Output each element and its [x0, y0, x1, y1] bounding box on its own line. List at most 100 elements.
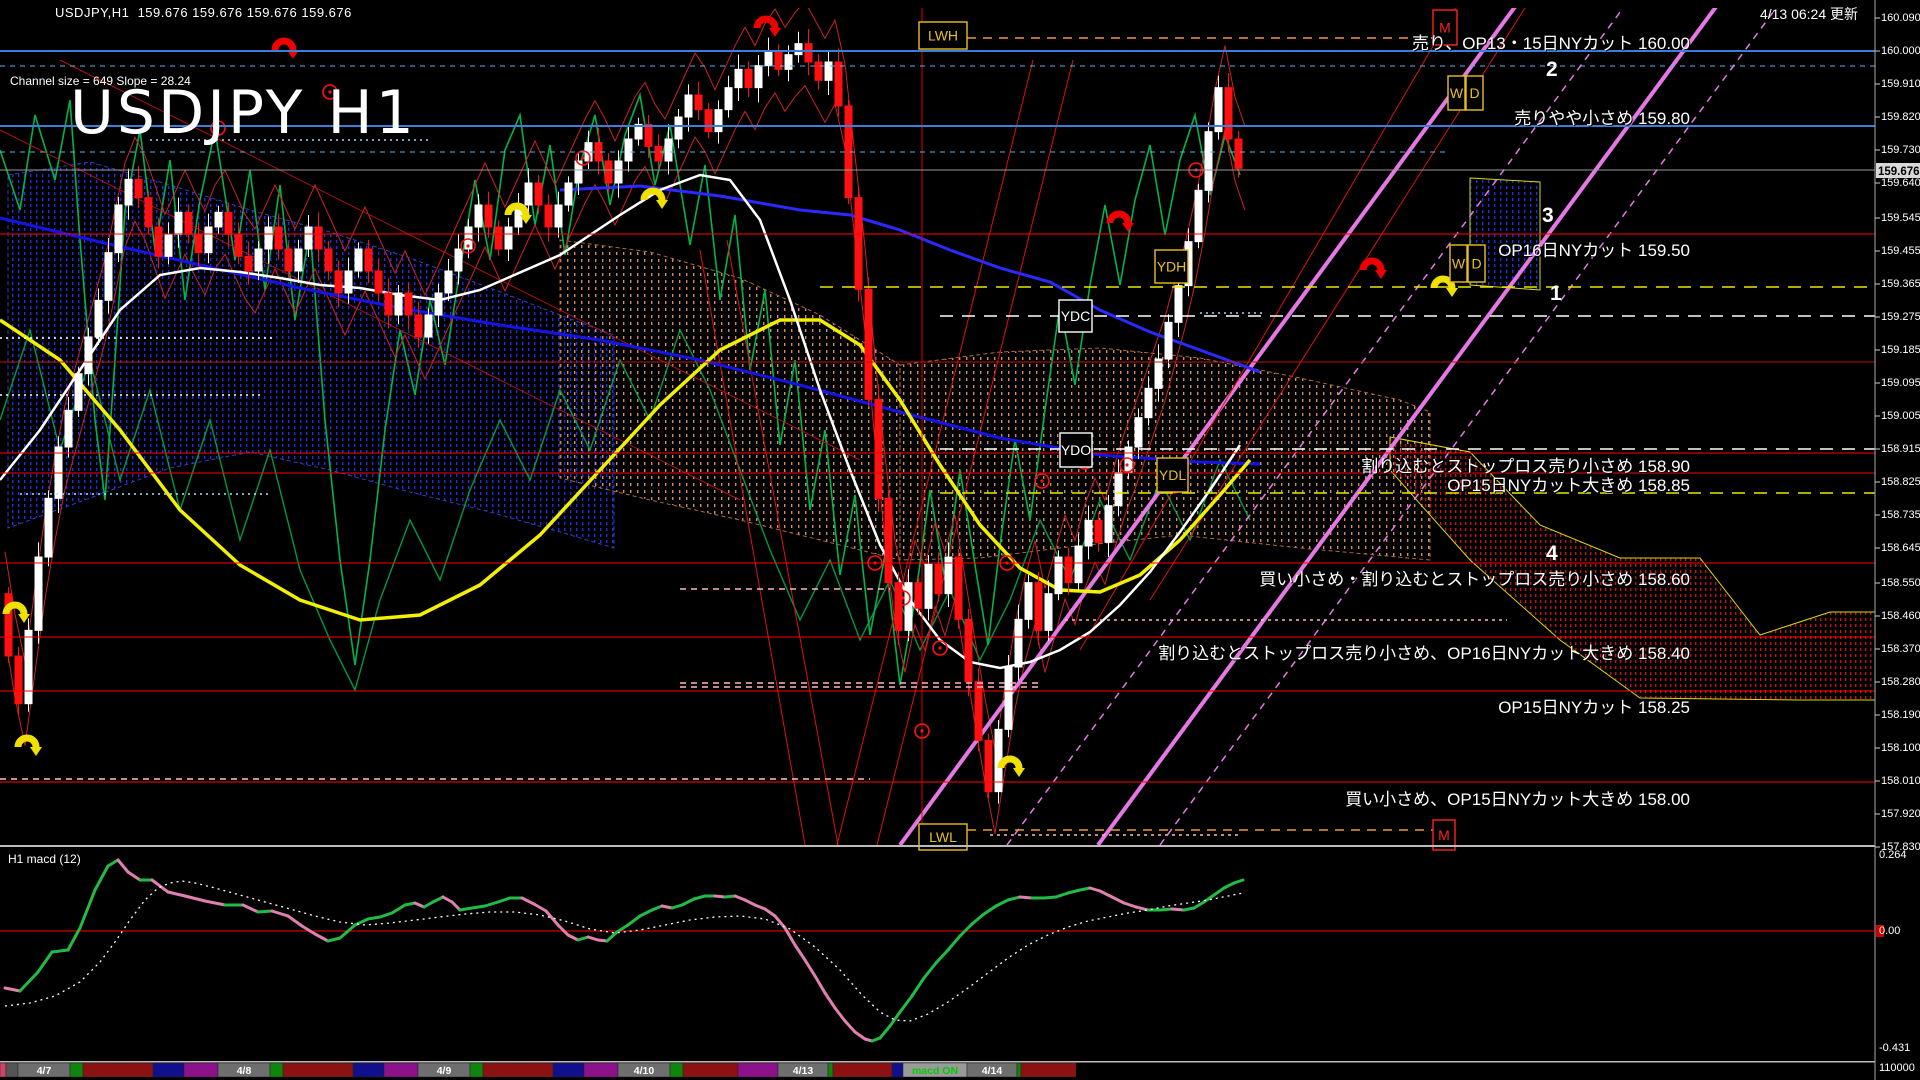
candle-body	[685, 95, 692, 117]
red-uturn-arc	[275, 41, 293, 50]
red-uturn-arc	[757, 19, 775, 28]
price-axis-label: 158.010	[1881, 775, 1920, 787]
session-ribbon-segment	[483, 1063, 553, 1077]
macd-main-line	[1008, 897, 1020, 900]
candle-body	[535, 183, 542, 205]
candle-body	[1145, 388, 1152, 417]
candle-body	[1075, 546, 1082, 583]
session-ribbon-segment	[70, 1063, 83, 1077]
macd-main-line	[1136, 907, 1148, 910]
price-chart-canvas[interactable]: LWHMWDYDHWDYDCYDOYDLLWLM159.6764/74/84/9…	[0, 0, 1920, 1080]
session-ribbon-segment	[553, 1063, 584, 1077]
price-annotation: OP15日NYカット大きめ 158.85	[1447, 471, 1690, 496]
price-axis-label: 158.370	[1881, 643, 1920, 655]
macd-main-line	[38, 952, 52, 972]
candle-body	[335, 271, 342, 293]
candle-body	[225, 212, 232, 234]
macd-toggle-label[interactable]: macd ON	[912, 1065, 958, 1077]
macd-main-line	[880, 1026, 890, 1038]
candle-body	[735, 69, 742, 87]
macd-main-line	[205, 901, 225, 905]
candle-body	[695, 95, 702, 110]
macd-main-line	[272, 911, 288, 916]
price-axis-label: 159.545	[1881, 212, 1920, 224]
candle-body	[745, 69, 752, 87]
candle-body	[895, 583, 902, 631]
ichimoku-cloud-orange	[900, 348, 1430, 560]
wave-number-label: 4	[1546, 542, 1558, 566]
yellow-uturn-arrow-icon	[18, 738, 42, 756]
pivot-box-label: YDC	[1061, 308, 1091, 324]
price-axis-label: 158.550	[1881, 577, 1920, 589]
candle-body	[1105, 506, 1112, 543]
price-axis-label: 159.640	[1881, 177, 1920, 189]
macd-main-line	[52, 950, 68, 952]
candle-body	[935, 564, 942, 593]
candle-body	[1115, 473, 1122, 506]
macd-main-line	[433, 897, 443, 902]
macd-main-line	[80, 890, 95, 928]
pivot-box-label: YDO	[1061, 442, 1091, 458]
candle-body	[215, 212, 222, 227]
price-annotation: 売りやや小さめ 159.80	[1514, 104, 1690, 129]
macd-signal-line	[5, 881, 1243, 1021]
macd-main-line	[1214, 888, 1224, 895]
pivot-box-label: LWL	[929, 829, 957, 845]
macd-main-line	[735, 896, 745, 900]
candle-body	[505, 227, 512, 249]
price-annotation: 割り込むとストップロス売り小さめ、OP16日NYカット大きめ 158.40	[1158, 639, 1690, 664]
macd-main-line	[472, 906, 485, 908]
macd-main-line	[715, 896, 725, 897]
macd-main-line	[960, 924, 972, 936]
ichimoku-cloud-blue	[8, 162, 614, 548]
price-axis-label: 159.005	[1881, 410, 1920, 422]
candle-body	[155, 227, 162, 256]
candle-body	[1005, 667, 1012, 729]
trading-chart-window[interactable]: LWHMWDYDHWDYDCYDOYDLLWLM159.6764/74/84/9…	[0, 0, 1920, 1080]
price-annotation: 買い小さめ・割り込むとストップロス売り小さめ 158.60	[1259, 565, 1690, 590]
macd-main-line	[258, 911, 272, 912]
price-axis-label: 158.915	[1881, 443, 1920, 455]
macd-main-line	[845, 1021, 855, 1032]
candle-body	[195, 234, 202, 252]
session-ribbon-segment	[184, 1063, 218, 1077]
macd-main-line	[1100, 891, 1112, 897]
macd-axis-label: 110000	[1879, 1062, 1915, 1074]
macd-main-line	[855, 1032, 865, 1039]
session-ribbon-segment	[833, 1063, 892, 1077]
price-axis-label: 158.460	[1881, 610, 1920, 622]
candle-body	[255, 249, 262, 271]
macd-main-line	[835, 1008, 845, 1021]
candle-body	[1165, 322, 1172, 359]
candle-body	[1095, 520, 1102, 542]
candle-body	[545, 205, 552, 227]
macd-main-line	[1112, 897, 1124, 903]
macd-main-line	[890, 1012, 900, 1026]
macd-main-line	[755, 905, 765, 909]
updated-timestamp: 4/13 06:24 更新	[1760, 4, 1858, 24]
red-uturn-arrowhead	[769, 28, 781, 37]
candle-body	[1175, 286, 1182, 323]
yellow-uturn-arrow-icon	[644, 191, 668, 209]
macd-main-line	[5, 988, 20, 991]
pivot-box-label: D	[1469, 85, 1479, 101]
macd-main-line	[380, 913, 392, 917]
macd-main-line	[825, 993, 835, 1008]
timeline-date-label: 4/10	[634, 1065, 655, 1077]
macd-main-line	[936, 950, 948, 963]
macd-main-line	[972, 914, 984, 924]
candle-body	[1035, 583, 1042, 631]
candle-body	[625, 139, 632, 161]
red-uturn-arrowhead	[1375, 270, 1387, 279]
candle-body	[135, 179, 142, 197]
macd-main-line	[328, 938, 340, 941]
price-annotation: OP16日NYカット 159.50	[1498, 236, 1690, 261]
timeline-date-label: 4/8	[237, 1065, 252, 1077]
macd-main-line	[1124, 903, 1136, 907]
candle-body	[855, 198, 862, 290]
candle-body	[295, 249, 302, 271]
candle-body	[755, 66, 762, 88]
macd-main-line	[460, 908, 472, 910]
macd-main-line	[1044, 897, 1056, 898]
pivot-box-label: LWH	[928, 28, 958, 44]
